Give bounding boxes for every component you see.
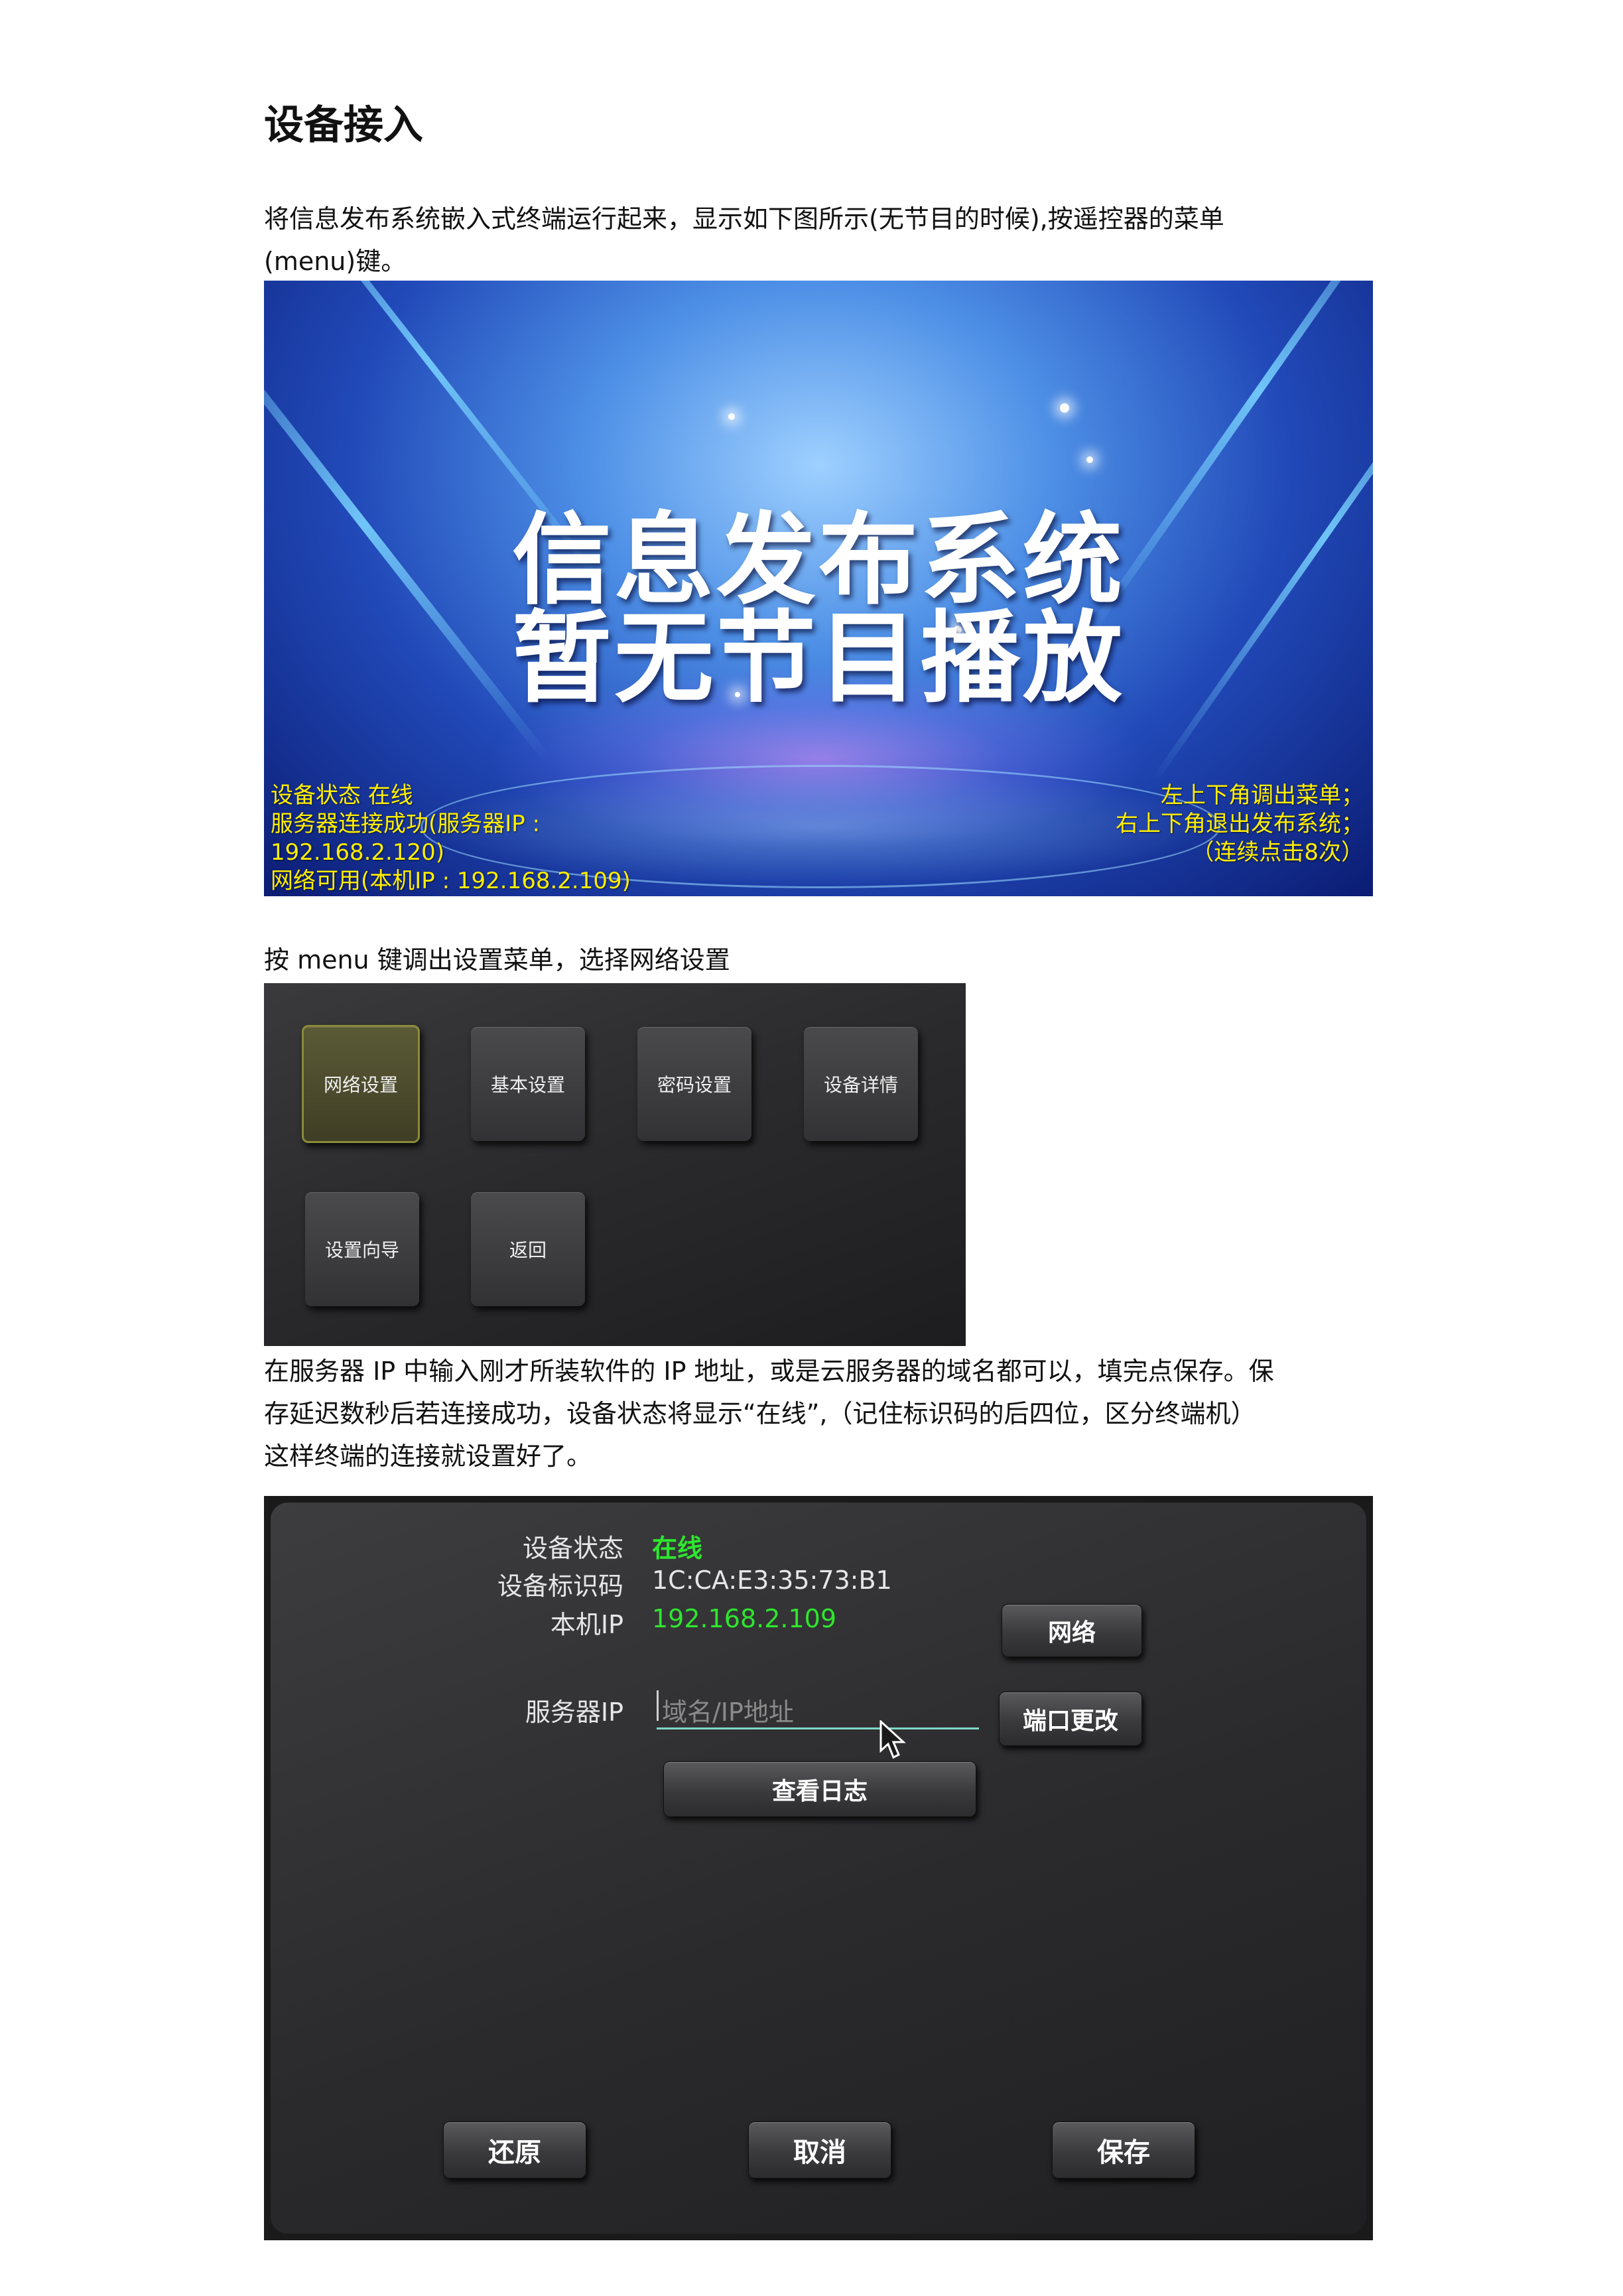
mouse-pointer-icon: [879, 1720, 906, 1759]
page-heading: 设备接入: [264, 102, 423, 149]
server-ip-placeholder: 域名/IP地址: [662, 1698, 794, 1727]
sparkle: [1060, 403, 1069, 413]
device-id-label: 设备标识码: [497, 1572, 623, 1601]
sparkle: [728, 413, 735, 420]
status-line: 192.168.2.120): [271, 839, 445, 866]
server-instruction-line-1: 在服务器 IP 中输入刚才所装软件的 IP 地址，或是云服务器的域名都可以，填完…: [264, 1357, 1274, 1386]
status-line: 服务器连接成功(服务器IP :: [271, 811, 541, 837]
hint-line: （连续点击8次）: [1191, 839, 1364, 866]
intro-line-2: (menu)键。: [264, 247, 407, 276]
text-cursor: [657, 1690, 659, 1721]
menu-item-device-details[interactable]: 设备详情: [804, 1027, 918, 1141]
server-instruction-line-2: 存延迟数秒后若连接成功，设备状态将显示“在线”,（记住标识码的后四位，区分终端机…: [264, 1399, 1256, 1428]
port-change-button[interactable]: 端口更改: [999, 1692, 1142, 1746]
hint-line: 左上下角调出菜单；: [1161, 782, 1364, 809]
cancel-button[interactable]: 取消: [748, 2122, 891, 2179]
menu-screenshot: 网络设置 基本设置 密码设置 设备详情 设置向导 返回: [264, 983, 966, 1346]
intro-line-1: 将信息发布系统嵌入式终端运行起来，显示如下图所示(无节目的时候),按遥控器的菜单: [264, 204, 1224, 234]
device-status-label: 设备状态: [522, 1534, 623, 1563]
restore-button[interactable]: 还原: [443, 2122, 586, 2179]
intro-paragraph: 将信息发布系统嵌入式终端运行起来，显示如下图所示(无节目的时候),按遥控器的菜单…: [264, 198, 1378, 283]
sparkle: [1086, 456, 1093, 463]
local-ip-label: 本机IP: [550, 1610, 623, 1639]
local-ip-value: 192.168.2.109: [652, 1604, 837, 1633]
save-button[interactable]: 保存: [1052, 2122, 1195, 2179]
status-line: 网络可用(本机IP : 192.168.2.109): [271, 868, 631, 894]
server-ip-input[interactable]: 域名/IP地址: [657, 1685, 979, 1729]
splash-title-line-2: 暂无节目播放: [511, 601, 1125, 716]
settings-screenshot: 设备状态 在线 设备标识码 1C:CA:E3:35:73:B1 本机IP 192…: [264, 1496, 1373, 2240]
hint-line: 右上下角退出发布系统；: [1116, 811, 1364, 837]
menu-instruction: 按 menu 键调出设置菜单，选择网络设置: [264, 945, 730, 975]
device-status-value: 在线: [652, 1534, 703, 1563]
menu-item-password-settings[interactable]: 密码设置: [637, 1027, 751, 1141]
network-button[interactable]: 网络: [1002, 1604, 1142, 1657]
menu-item-setup-wizard[interactable]: 设置向导: [305, 1192, 419, 1306]
menu-item-network-settings[interactable]: 网络设置: [302, 1025, 420, 1143]
server-ip-label: 服务器IP: [525, 1698, 623, 1727]
status-line: 设备状态 在线: [271, 782, 413, 809]
view-log-button[interactable]: 查看日志: [663, 1761, 976, 1817]
menu-item-basic-settings[interactable]: 基本设置: [471, 1027, 585, 1141]
menu-item-back[interactable]: 返回: [471, 1192, 585, 1306]
server-instruction: 在服务器 IP 中输入刚才所装软件的 IP 地址，或是云服务器的域名都可以，填完…: [264, 1350, 1378, 1477]
hint-block: 左上下角调出菜单； 右上下角退出发布系统； （连续点击8次）: [1116, 781, 1364, 867]
status-block: 设备状态 在线 服务器连接成功(服务器IP : 192.168.2.120) 网…: [271, 781, 631, 896]
splash-screenshot: 信息发布系统 暂无节目播放 设备状态 在线 服务器连接成功(服务器IP : 19…: [264, 281, 1373, 896]
server-instruction-line-3: 这样终端的连接就设置好了。: [264, 1442, 592, 1471]
device-id-value: 1C:CA:E3:35:73:B1: [652, 1566, 892, 1595]
